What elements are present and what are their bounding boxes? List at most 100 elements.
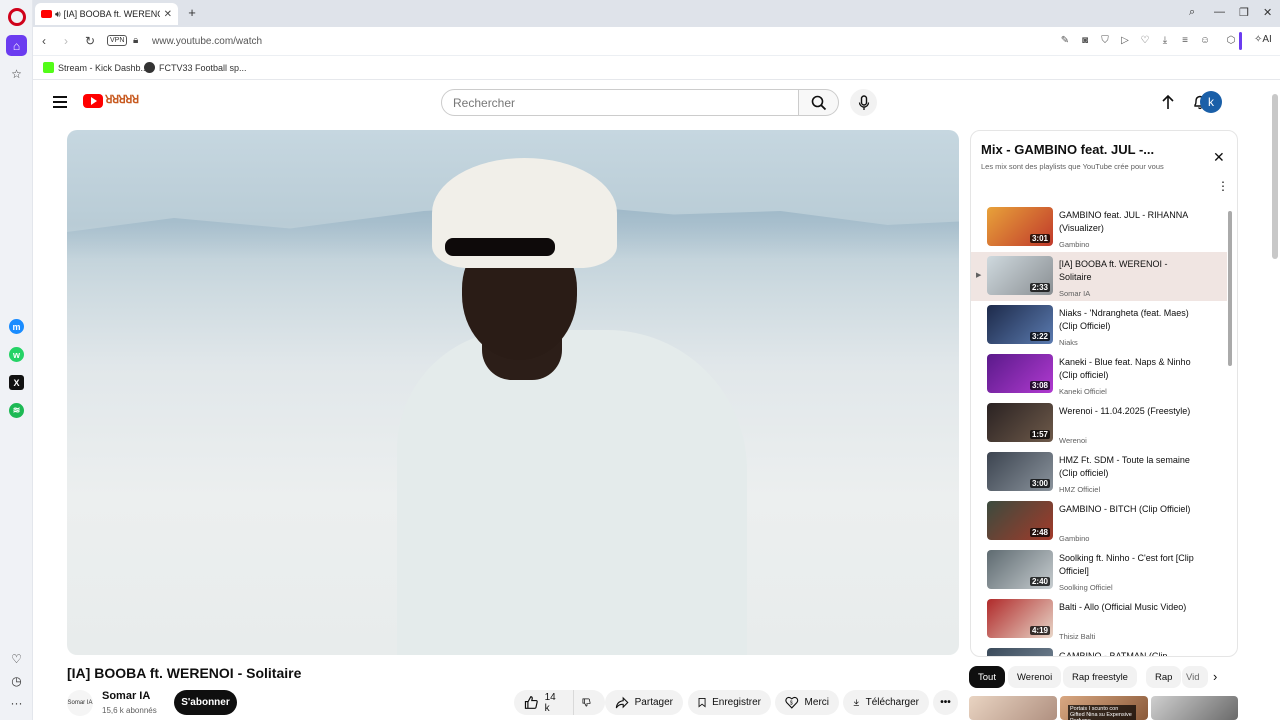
ai-button[interactable]: ✧AI (1254, 34, 1272, 45)
recommended-thumbnail[interactable]: Portais I scunto con Gifted Nina su Expe… (1060, 696, 1148, 720)
playlist-item[interactable]: 2:48 GAMBINO - BITCH (Clip Officiel) Gambi… (971, 497, 1227, 546)
playlist-title[interactable]: Mix - GAMBINO feat. JUL -... (981, 142, 1154, 157)
tab-youtube[interactable]: 🔊︎ [IA] BOOBA ft. WERENO ✕ (35, 3, 178, 25)
menu-icon[interactable] (53, 96, 67, 108)
playlist-item[interactable]: 3:22 Niaks - 'Ndrangheta (feat. Maes) (Cl… (971, 301, 1227, 350)
voice-search-button[interactable] (850, 89, 877, 116)
save-label: Enregistrer (712, 697, 761, 708)
playlist-item[interactable]: ▶ 2:33 [IA] BOOBA ft. WERENOI - Solitaire S… (971, 252, 1227, 301)
upload-icon[interactable] (1159, 93, 1177, 111)
dislike-button[interactable] (573, 690, 605, 715)
playlist-thumbnail[interactable]: 3:08 (987, 354, 1053, 393)
url-field[interactable]: www.youtube.com/watch (152, 36, 262, 47)
account-avatar[interactable]: k (1200, 91, 1222, 113)
playlist-thumbnail[interactable]: 3:00 (987, 452, 1053, 491)
download-button[interactable]: Télécharger (843, 690, 929, 715)
playlist-item[interactable]: 3:01 GAMBINO feat. JUL - RIHANNA (Visuali… (971, 203, 1227, 252)
playlist-item[interactable]: 1:57 Werenoi - 11.04.2025 (Freestyle) Were… (971, 399, 1227, 448)
clock-icon[interactable]: ◷ (9, 673, 24, 688)
close-tab-icon[interactable]: ✕ (164, 9, 172, 20)
subscribe-button[interactable]: S'abonner (174, 690, 237, 715)
star-icon[interactable]: ☆ (9, 66, 24, 81)
search-button[interactable] (798, 89, 839, 116)
chevron-right-icon[interactable]: › (1213, 669, 1217, 684)
speaker-icon[interactable]: 🔊︎ (55, 9, 61, 20)
playlist-item[interactable]: 4:19 Balti - Allo (Official Music Video) T… (971, 595, 1227, 644)
ai-label: AI (1262, 34, 1272, 45)
minimize-button[interactable]: — (1214, 6, 1225, 18)
whatsapp-icon[interactable]: w (9, 347, 24, 362)
recommended-thumbnail[interactable] (969, 696, 1057, 720)
channel-avatar-label: Somar IA (67, 699, 93, 706)
opera-logo-icon[interactable] (8, 8, 26, 26)
bookmark-fctv[interactable]: FCTV33 Football sp... (144, 62, 247, 73)
youtube-logo-icon[interactable] (83, 94, 103, 108)
playlist-thumbnail[interactable]: 2:40 (987, 550, 1053, 589)
chip-video[interactable]: Vid (1182, 666, 1208, 688)
menu-icon[interactable]: ≡ (1179, 35, 1191, 47)
close-window-button[interactable]: ✕ (1263, 6, 1272, 19)
playlist-subtitle: Les mix sont des playlists que YouTube c… (981, 162, 1164, 171)
back-button[interactable]: ‹ (42, 34, 46, 48)
playlist-thumbnail[interactable]: 3:01 (987, 207, 1053, 246)
save-button[interactable]: Enregistrer (688, 690, 771, 715)
play-icon[interactable]: ▷ (1119, 35, 1131, 47)
tab-title: [IA] BOOBA ft. WERENO (63, 9, 160, 19)
share-button[interactable]: Partager (605, 690, 683, 715)
bookmark-label: FCTV33 Football sp... (159, 62, 247, 73)
playlist-thumbnail[interactable]: 2:48 (987, 501, 1053, 540)
youtube-doodle-icon[interactable]: ꓤꓤꓤꓤꓤ (105, 93, 139, 106)
playlist-thumbnail[interactable]: 2:33 (987, 256, 1053, 295)
messenger-icon[interactable]: m (9, 319, 24, 334)
search-tabs-icon[interactable]: ⌕ (1189, 6, 1195, 19)
more-actions-button[interactable]: ••• (933, 690, 958, 715)
vpn-badge[interactable]: VPN (107, 35, 128, 46)
restore-button[interactable]: ❐ (1239, 6, 1249, 19)
reload-button[interactable]: ↻ (85, 34, 95, 48)
download-icon[interactable]: ⤓ (1159, 35, 1171, 47)
profile-icon[interactable]: ☺ (1199, 35, 1211, 47)
search-input[interactable]: Rechercher (441, 89, 799, 116)
cube-icon[interactable]: ⬡ (1225, 35, 1237, 47)
playlist-item[interactable]: 3:08 Kaneki - Blue feat. Naps & Ninho (Cl… (971, 350, 1227, 399)
playlist-panel: Mix - GAMBINO feat. JUL -... Les mix son… (970, 130, 1238, 657)
forward-button[interactable]: › (64, 34, 68, 48)
video-player[interactable] (67, 130, 959, 655)
chip-rap-freestyle[interactable]: Rap freestyle (1063, 666, 1137, 688)
playlist-item[interactable]: 3:00 HMZ Ft. SDM - Toute la semaine (Clip… (971, 448, 1227, 497)
like-button[interactable]: 14 k (514, 690, 573, 715)
chip-rap[interactable]: Rap (1146, 666, 1182, 688)
playlist-thumbnail[interactable]: 1:57 (987, 403, 1053, 442)
thanks-button[interactable]: $ Merci (775, 690, 839, 715)
home-icon[interactable]: ⌂ (6, 35, 27, 56)
chip-werenoi[interactable]: Werenoi (1008, 666, 1062, 688)
playlist-thumbnail[interactable]: 3:22 (987, 305, 1053, 344)
microphone-icon (858, 94, 869, 110)
playlist-thumbnail[interactable] (987, 648, 1053, 656)
playlist-item[interactable]: GAMBINO - BATMAN (Clip (971, 644, 1227, 656)
new-tab-button[interactable]: + (185, 6, 199, 20)
bookmark-kick[interactable]: Stream - Kick Dashb... (43, 62, 148, 73)
more-vertical-icon[interactable]: ⋮ (1217, 179, 1229, 193)
heart-icon[interactable]: ♡ (9, 651, 24, 666)
page-scrollbar[interactable] (1272, 94, 1278, 259)
spotify-icon[interactable]: ≋ (9, 403, 24, 418)
camera-icon[interactable]: ◙ (1079, 35, 1091, 47)
channel-avatar[interactable]: Somar IA (67, 690, 93, 716)
subscriber-count: 15,6 k abonnés (102, 706, 157, 715)
lock-icon[interactable]: 🔒︎ (133, 35, 138, 46)
chip-tout[interactable]: Tout (969, 666, 1005, 688)
video-duration: 2:33 (1029, 283, 1050, 292)
more-icon[interactable]: ··· (9, 695, 24, 710)
edit-icon[interactable]: ✎ (1059, 35, 1071, 47)
address-bar: ‹ › ↻ VPN 🔒︎ www.youtube.com/watch ✎ ◙ ⛉… (33, 27, 1280, 56)
heart-icon[interactable]: ♡ (1139, 35, 1151, 47)
close-playlist-icon[interactable]: ✕ (1213, 149, 1225, 166)
x-icon[interactable]: X (9, 375, 24, 390)
playlist-item[interactable]: 2:40 Soolking ft. Ninho - C'est fort [Cli… (971, 546, 1227, 595)
channel-name[interactable]: Somar IA (102, 690, 150, 702)
shield-icon[interactable]: ⛉ (1099, 35, 1111, 47)
playlist-thumbnail[interactable]: 4:19 (987, 599, 1053, 638)
recommended-thumbnail[interactable] (1151, 696, 1238, 720)
playlist-scrollbar[interactable] (1228, 211, 1232, 366)
